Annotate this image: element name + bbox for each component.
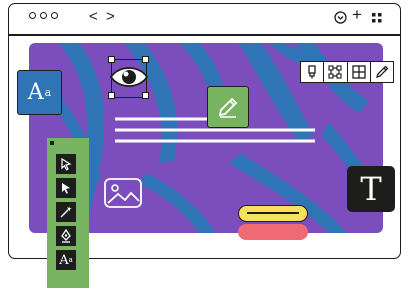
chevron-down-circle-icon[interactable] xyxy=(334,11,347,27)
forward-button[interactable]: > xyxy=(106,9,115,25)
select-outline-icon[interactable] xyxy=(56,154,76,174)
select-nodes-icon[interactable] xyxy=(324,62,348,82)
magic-wand-icon[interactable] xyxy=(56,202,76,222)
select-icon[interactable] xyxy=(56,178,76,198)
type-tile-letter: T xyxy=(360,170,382,208)
pencil-tile[interactable] xyxy=(207,86,249,128)
text-tool-letter: A xyxy=(59,252,69,268)
marker-icon[interactable] xyxy=(301,62,325,82)
secondary-pill-button[interactable] xyxy=(238,224,308,240)
text-tile-letter: A xyxy=(27,80,44,105)
text-tool-icon[interactable]: Aa xyxy=(56,250,76,270)
pen-tool-icon[interactable] xyxy=(56,226,76,246)
type-tile[interactable]: T xyxy=(347,166,395,212)
window-controls xyxy=(29,12,58,19)
grid-icon[interactable] xyxy=(372,12,382,26)
tool-sidebar: Aa xyxy=(47,138,89,288)
object-toolbar xyxy=(300,61,394,83)
title-bar: < > + xyxy=(9,4,400,34)
resize-handle[interactable] xyxy=(142,56,149,63)
image-placeholder-icon[interactable] xyxy=(104,178,142,213)
back-button[interactable]: < xyxy=(89,9,98,25)
text-style-tile[interactable]: Aa xyxy=(17,70,62,115)
resize-handle[interactable] xyxy=(108,56,115,63)
text-tool-superscript: a xyxy=(68,256,73,264)
eyedropper-icon[interactable] xyxy=(371,62,393,82)
text-tile-superscript: a xyxy=(44,86,52,99)
window-dot[interactable] xyxy=(51,12,58,19)
table-grid-icon[interactable] xyxy=(348,62,371,82)
titlebar-divider xyxy=(9,34,400,36)
pencil-icon xyxy=(218,97,238,118)
plus-icon[interactable]: + xyxy=(352,6,362,23)
window-dot[interactable] xyxy=(40,12,47,19)
primary-pill-button[interactable] xyxy=(238,205,308,222)
window-dot[interactable] xyxy=(29,12,36,19)
eye-icon[interactable] xyxy=(109,63,149,96)
pill-label-line xyxy=(247,212,299,214)
sidebar-grip xyxy=(50,141,54,145)
